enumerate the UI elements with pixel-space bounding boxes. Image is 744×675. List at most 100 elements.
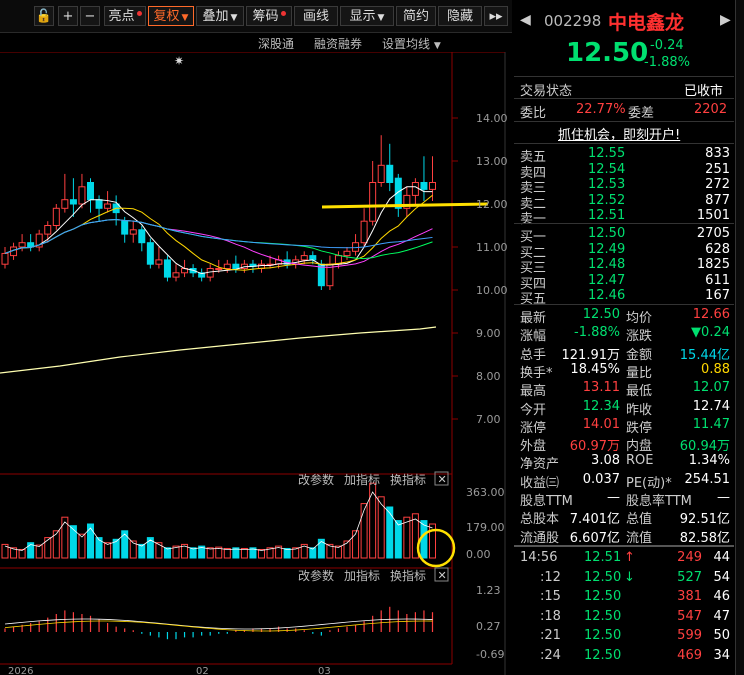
modify-params-link: 改参数: [298, 568, 334, 583]
book-price: 12.52: [588, 192, 626, 208]
volume-bar: [420, 520, 428, 559]
zoom-out-button[interactable]: −: [80, 6, 100, 26]
book-volume: 2705: [696, 226, 730, 241]
stat-value: -1.88%: [574, 325, 620, 341]
volume-bar: [352, 530, 360, 559]
stat-value: 0.037: [582, 471, 620, 487]
candle-body: [172, 272, 180, 278]
zoom-in-button[interactable]: +: [58, 6, 78, 26]
stat-label: 昨收: [626, 402, 653, 418]
book-price: 12.46: [588, 288, 626, 303]
ma-settings-link[interactable]: 设置均线 ▼: [382, 35, 441, 52]
stat-label: 最高: [520, 384, 547, 400]
price-axis-label: 7.00: [476, 413, 501, 426]
margin-trading-link[interactable]: 融资融券: [314, 35, 362, 52]
book-volume: 272: [705, 177, 730, 192]
stat-value: —: [717, 490, 730, 505]
book-price: 12.49: [588, 241, 626, 257]
side-strip[interactable]: [735, 0, 744, 675]
book-price: 12.50: [588, 226, 626, 241]
date-axis-label: 03: [318, 666, 331, 675]
candle-body: [420, 182, 428, 190]
stat-value: 7.401亿: [569, 512, 620, 528]
tick-row: :24 12.50 469 34: [520, 648, 730, 668]
candle-body: [129, 229, 137, 235]
price-axis-label: 12.00: [476, 198, 508, 211]
candle-body: [155, 259, 163, 265]
book-volume: 628: [705, 241, 730, 257]
tick-arrow-icon: ↑: [624, 550, 635, 565]
stat-label: 换手*: [520, 365, 553, 381]
stat-label: 涨停: [520, 420, 547, 436]
lock-icon[interactable]: 🔓: [34, 6, 54, 26]
volume-bar: [394, 520, 402, 559]
volume-axis-label: 179.00: [466, 521, 505, 534]
ma-line: [4, 219, 433, 254]
prev-stock-icon[interactable]: ◀: [520, 12, 531, 28]
open-account-banner[interactable]: 抓住机会，即刻开户!: [558, 124, 680, 143]
next-stock-icon[interactable]: ▶: [720, 12, 731, 28]
candle-body: [44, 225, 52, 235]
weicha-value: 2202: [694, 102, 728, 117]
candle-body: [232, 263, 240, 269]
toolbar-5-button[interactable]: 画线: [294, 6, 338, 26]
tick-time: 14:56: [520, 550, 558, 565]
user-trend-line: [321, 202, 489, 209]
tick-volume: 469: [677, 647, 702, 663]
tick-volume: 547: [677, 608, 702, 624]
volume-bar: [155, 542, 163, 559]
book-price: 12.47: [588, 272, 626, 288]
toolbar-7-button[interactable]: 简约: [396, 6, 436, 26]
tick-count: 46: [713, 589, 730, 604]
volume-bar: [343, 540, 351, 559]
collapse-panel-button[interactable]: ▸▸: [484, 6, 508, 26]
toolbar-3-button[interactable]: 叠加 ▼: [196, 6, 244, 26]
volume-bar: [138, 543, 146, 559]
tick-row: :18 12.50 547 47: [520, 609, 730, 629]
toolbar-6-button[interactable]: 显示 ▼: [340, 6, 394, 26]
stat-value: 12.50: [582, 307, 620, 322]
stat-value: 60.94万: [679, 439, 730, 455]
toolbar-1-button[interactable]: 亮点: [104, 6, 146, 26]
add-indicator-link: 加指标: [344, 568, 380, 583]
tick-volume: 527: [677, 569, 702, 585]
stat-value: 12.34: [582, 398, 620, 414]
kline-chart[interactable]: 14.00 13.00 12.00 11.00 10.00 9.00 8.00 7.00 363…: [0, 52, 512, 675]
tick-price: 12.51: [584, 550, 622, 565]
book-volume: 251: [705, 161, 730, 177]
chevron-down-icon: ▼: [181, 13, 189, 23]
tick-price: 12.50: [584, 589, 622, 604]
tick-row: :12 12.50 ↓ 527 54: [520, 570, 730, 590]
tick-volume: 599: [677, 628, 702, 643]
book-price: 12.54: [588, 161, 626, 177]
toolbar: 🔓 + − 亮点 复权 ▼ 叠加 ▼ 筹码 画线 显示 ▼ 简约 隐藏 ▸▸: [0, 0, 512, 33]
close-icon: ✕: [438, 569, 447, 582]
weibi-label: 委比: [520, 106, 547, 121]
toolbar-4-button[interactable]: 筹码: [246, 6, 292, 26]
stat-label: 总股本: [520, 512, 560, 528]
dea-line: [4, 620, 433, 632]
toolbar-label: 显示: [349, 9, 376, 24]
tick-count: 34: [713, 647, 730, 663]
candle-body: [95, 199, 103, 209]
candle-body: [69, 199, 77, 205]
stat-label: 跌停: [626, 420, 653, 436]
candle-body: [146, 242, 154, 265]
tick-time: :21: [540, 628, 561, 643]
stat-row: 换手* 18.45% 量比 0.88: [520, 362, 730, 382]
stat-value: 254.51: [684, 471, 731, 487]
close-icon: ✕: [438, 473, 447, 486]
volume-bar: [104, 542, 112, 559]
stat-label: 股息率TTM: [626, 494, 692, 509]
stat-label: 涨跌: [626, 329, 653, 345]
stat-row: 股息TTM — 股息率TTM —: [520, 490, 730, 510]
add-indicator-link: 加指标: [344, 472, 380, 487]
candle-body: [300, 255, 308, 261]
candle-body: [78, 186, 86, 205]
date-axis-label: 02: [196, 666, 209, 675]
toolbar-8-button[interactable]: 隐藏: [438, 6, 482, 26]
toolbar-2-button[interactable]: 复权 ▼: [148, 6, 194, 26]
hk-connect-link[interactable]: 深股通: [258, 35, 294, 52]
weibi-value: 22.77%: [576, 102, 626, 117]
book-volume: 1825: [696, 257, 730, 272]
